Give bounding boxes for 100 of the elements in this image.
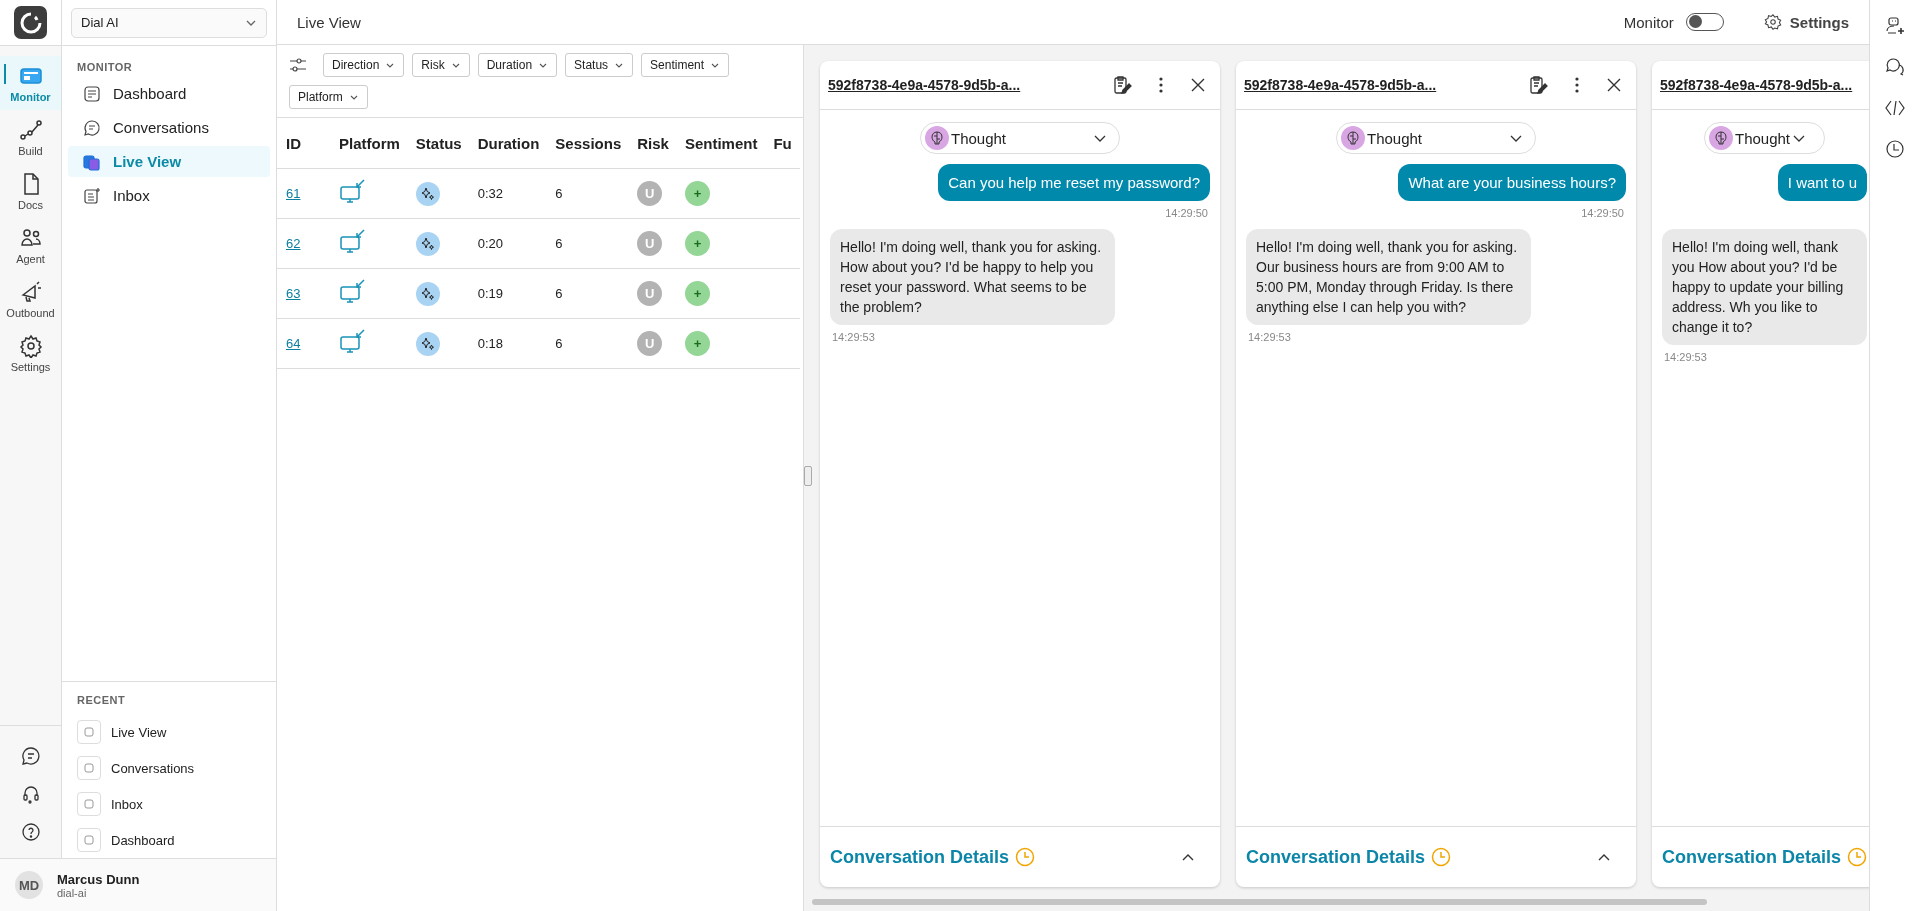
monitor-label: Monitor: [1623, 13, 1674, 31]
user-name: Marcus Dunn: [57, 871, 140, 887]
page-title: Live View: [297, 13, 361, 31]
filter-dropdown[interactable]: Risk: [412, 53, 470, 77]
risk-badge: U: [637, 331, 663, 356]
filter-dropdown[interactable]: Sentiment: [641, 53, 730, 77]
clock-icon: [1847, 847, 1868, 867]
column-header[interactable]: ID: [277, 118, 331, 169]
stacked-cards-icon: [83, 152, 101, 171]
nav-rail-item[interactable]: Monitor: [0, 56, 61, 110]
column-header[interactable]: Status: [407, 118, 470, 169]
message-time: 14:29:53: [831, 331, 876, 343]
filter-dropdown[interactable]: Platform: [289, 85, 368, 109]
monitor-icon: [339, 279, 365, 305]
duration-cell: 0:20: [469, 218, 548, 269]
sidebar-item[interactable]: Conversations: [68, 112, 270, 143]
settings-button[interactable]: Settings: [1763, 13, 1849, 31]
dashboard-icon: [83, 84, 101, 103]
conversation-id-link[interactable]: 62: [286, 236, 301, 251]
filter-dropdown[interactable]: Duration: [477, 53, 558, 77]
recent-icon: [77, 720, 101, 744]
filter-dropdown[interactable]: Status: [565, 53, 634, 77]
ai-status-icon: [415, 281, 440, 306]
sentiment-badge: +: [684, 331, 710, 356]
recent-item[interactable]: Conversations: [71, 756, 267, 780]
scrollbar-thumb[interactable]: [812, 899, 1707, 905]
notes-icon[interactable]: [1112, 75, 1132, 95]
conversation-id-link[interactable]: 63: [286, 286, 301, 301]
nav-rail-item[interactable]: Docs: [0, 164, 61, 218]
sentiment-badge: +: [684, 231, 710, 256]
bot-icon[interactable]: [1885, 16, 1905, 36]
app-logo[interactable]: [14, 6, 47, 39]
recent-icon: [77, 756, 101, 780]
section-heading: RECENT: [76, 694, 127, 708]
filter-dropdown[interactable]: Direction: [323, 53, 405, 77]
duration-cell: 0:32: [469, 168, 548, 219]
monitor-icon: [339, 179, 365, 205]
settings-icon: [18, 333, 43, 358]
risk-badge: U: [637, 281, 663, 306]
brain-icon: [1709, 126, 1733, 150]
column-header[interactable]: Fu: [765, 118, 800, 169]
message-time: 14:29:53: [1247, 331, 1292, 343]
column-header[interactable]: Sentiment: [676, 118, 766, 169]
nav-rail-item[interactable]: Build: [0, 110, 61, 164]
duration-cell: 0:18: [469, 318, 548, 369]
ai-status-icon: [415, 181, 440, 206]
user-message: I want to u: [1777, 164, 1868, 201]
user-message: Can you help me reset my password?: [938, 164, 1210, 201]
risk-badge: U: [637, 231, 663, 256]
monitor-icon: [339, 229, 365, 255]
conversation-id-link[interactable]: 64: [286, 336, 301, 351]
resize-handle[interactable]: [804, 45, 812, 911]
sidebar-item[interactable]: Live View: [68, 146, 270, 177]
agent-message: Hello! I'm doing well, thank you for asking. Our business hours are from 9:00 AM to 5:00 PM, Monday through Friday. Is there anything else I can help you with?: [1246, 229, 1531, 325]
chat-icon[interactable]: [20, 746, 41, 766]
column-header[interactable]: Sessions: [547, 118, 630, 169]
column-header[interactable]: Platform: [331, 118, 408, 169]
node-graph-icon: [18, 117, 43, 142]
headset-icon[interactable]: [20, 784, 41, 804]
chat-bubbles-icon[interactable]: [1885, 57, 1905, 77]
column-header[interactable]: Risk: [629, 118, 677, 169]
conversation-id-link[interactable]: 61: [286, 186, 301, 201]
code-icon[interactable]: [1885, 98, 1905, 118]
inbox-icon: [83, 186, 101, 205]
monitor-toggle[interactable]: [1685, 13, 1724, 31]
conversation-link[interactable]: 592f8738-4e9a-4578-9d5b-a...: [828, 77, 1021, 93]
nav-rail-item[interactable]: Outbound: [0, 272, 61, 326]
brain-icon: [925, 126, 949, 150]
settings-icon: [1763, 13, 1782, 31]
user-org: dial-ai: [57, 886, 88, 899]
column-header[interactable]: Duration: [469, 118, 548, 169]
more-icon[interactable]: [1574, 76, 1580, 94]
sentiment-badge: +: [684, 181, 710, 206]
filter-icon[interactable]: [289, 57, 307, 73]
close-icon[interactable]: [1606, 77, 1622, 93]
message-time: 14:29:50: [1164, 207, 1209, 219]
nav-rail-item[interactable]: Agent: [0, 218, 61, 272]
notes-icon[interactable]: [1528, 75, 1548, 95]
more-icon[interactable]: [1158, 76, 1164, 94]
help-icon[interactable]: [20, 822, 41, 842]
recent-item[interactable]: Inbox: [71, 792, 267, 816]
user-avatar[interactable]: MD: [15, 871, 43, 899]
nav-rail-item[interactable]: Settings: [0, 326, 61, 380]
conversation-link[interactable]: 592f8738-4e9a-4578-9d5b-a...: [1660, 77, 1853, 93]
agent-message: Hello! I'm doing well, thank you for asking. How about you? I'd be happy to help you reset your password. What seems to be the problem?: [830, 229, 1115, 325]
history-icon[interactable]: [1885, 139, 1905, 159]
conversation-details-toggle[interactable]: Conversation Details: [830, 846, 1010, 868]
ai-status-icon: [415, 231, 440, 256]
message-time: 14:29:50: [1580, 207, 1625, 219]
conversation-details-toggle[interactable]: Conversation Details: [1246, 846, 1426, 868]
sidebar-item[interactable]: Inbox: [68, 180, 270, 211]
sessions-cell: 6: [547, 318, 630, 369]
conversation-link[interactable]: 592f8738-4e9a-4578-9d5b-a...: [1244, 77, 1437, 93]
sidebar-item[interactable]: Dashboard: [68, 78, 270, 109]
message-time: 14:29:53: [1663, 351, 1708, 363]
recent-item[interactable]: Dashboard: [71, 828, 267, 852]
close-icon[interactable]: [1190, 77, 1206, 93]
recent-item[interactable]: Live View: [71, 720, 267, 744]
conversation-details-toggle[interactable]: Conversation Details: [1662, 846, 1842, 868]
workspace-dropdown[interactable]: Dial AI: [71, 7, 267, 38]
